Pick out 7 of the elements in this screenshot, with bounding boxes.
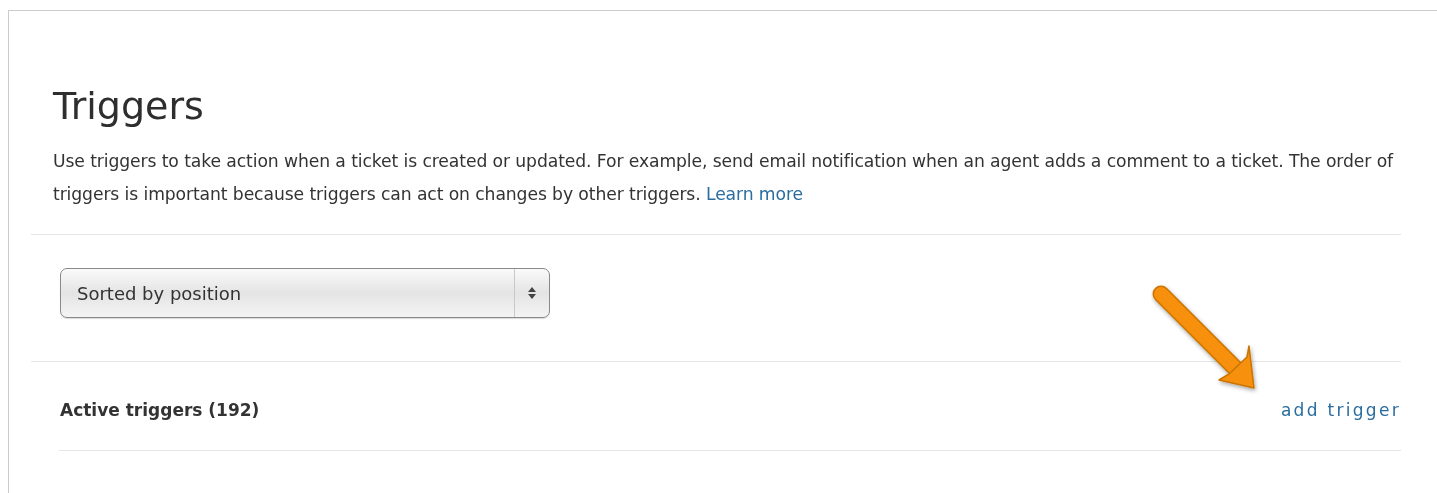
- section-heading: Active triggers (192): [60, 400, 260, 420]
- sort-select[interactable]: Sorted by position: [60, 268, 550, 318]
- add-trigger-link[interactable]: add trigger: [1280, 400, 1401, 420]
- updown-icon: [528, 287, 536, 299]
- page-title: Triggers: [53, 83, 205, 130]
- learn-more-link[interactable]: Learn more: [705, 184, 803, 204]
- description-paragraph: Use triggers to take action when a ticket is created or updated. For example, send email notification when an agent adds a comment to a ticket. The order of triggers is important because triggers can act on changes by other triggers. Learn more: [53, 150, 1395, 206]
